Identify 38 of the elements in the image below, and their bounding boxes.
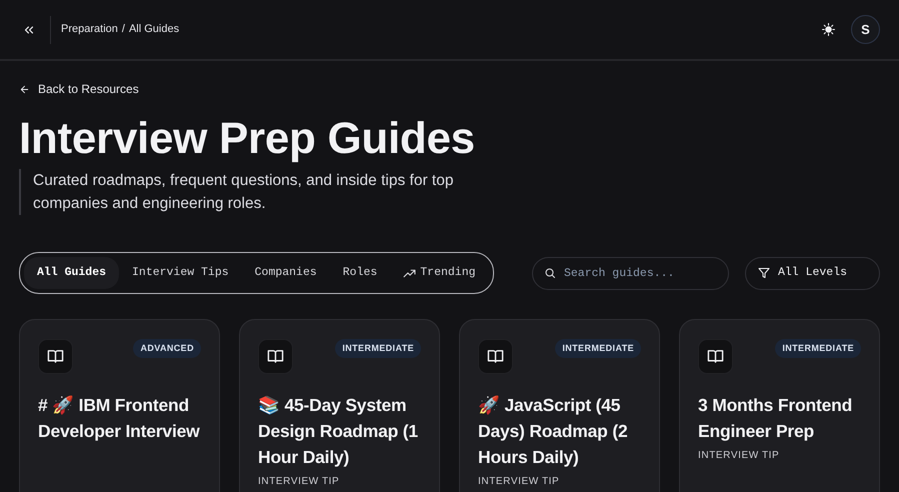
guide-card[interactable]: ADVANCED # 🚀 IBM Frontend Developer Interview (19, 318, 220, 492)
search-icon (544, 266, 556, 279)
user-avatar[interactable]: S (851, 15, 880, 44)
guide-title: 3 Months Frontend Engineer Prep (698, 394, 854, 443)
filter-tab[interactable]: Roles (330, 257, 390, 289)
book-icon (707, 348, 724, 365)
sun-icon[interactable] (822, 23, 835, 36)
level-filter-button[interactable]: All Levels (745, 256, 880, 290)
filter-icon (758, 267, 770, 280)
guide-card[interactable]: INTERMEDIATE 📚 45-Day System Design Roadmap (1 Hour Daily) INTERVIEW TIP (239, 318, 440, 492)
page-description: Curated roadmaps, frequent questions, and inside tips for top companies and engineering roles. (19, 168, 509, 216)
level-badge: INTERMEDIATE (775, 338, 861, 358)
level-badge: INTERMEDIATE (555, 338, 641, 358)
filter-tab[interactable]: Interview Tips (119, 257, 242, 289)
arrow-left-icon (19, 84, 30, 94)
guide-category: INTERVIEW TIP (478, 474, 560, 489)
breadcrumb-separator: / (122, 22, 125, 38)
breadcrumb-link[interactable]: Preparation (61, 21, 118, 38)
guide-category: INTERVIEW TIP (258, 474, 340, 489)
filter-tab[interactable]: Trending (390, 257, 488, 289)
guide-title: # 🚀 IBM Frontend Developer Interview (38, 394, 201, 443)
level-badge: INTERMEDIATE (335, 338, 421, 358)
level-badge: ADVANCED (133, 338, 201, 358)
book-icon (267, 348, 284, 365)
guide-title: 🚀 JavaScript (45 Days) Roadmap (2 Hours Daily) (478, 394, 628, 469)
book-icon (47, 348, 64, 365)
guide-category: INTERVIEW TIP (698, 448, 780, 463)
page-title: Interview Prep Guides (19, 114, 476, 163)
back-link[interactable]: Back to Resources (19, 80, 139, 98)
breadcrumb-link[interactable]: All Guides (128, 21, 180, 38)
trending-up-icon (403, 266, 416, 280)
book-icon (487, 348, 504, 365)
search-field[interactable]: Search guides... (532, 256, 729, 290)
filter-tab[interactable]: All Guides (24, 257, 120, 289)
guide-title: 📚 45-Day System Design Roadmap (1 Hour Daily) (258, 394, 419, 469)
guide-card[interactable]: INTERMEDIATE 3 Months Frontend Engineer Prep INTERVIEW TIP (679, 318, 880, 492)
filter-tab[interactable]: Companies (242, 257, 330, 289)
guide-card[interactable]: INTERMEDIATE 🚀 JavaScript (45 Days) Roadmap (2 Hours Daily) INTERVIEW TIP (459, 318, 660, 492)
